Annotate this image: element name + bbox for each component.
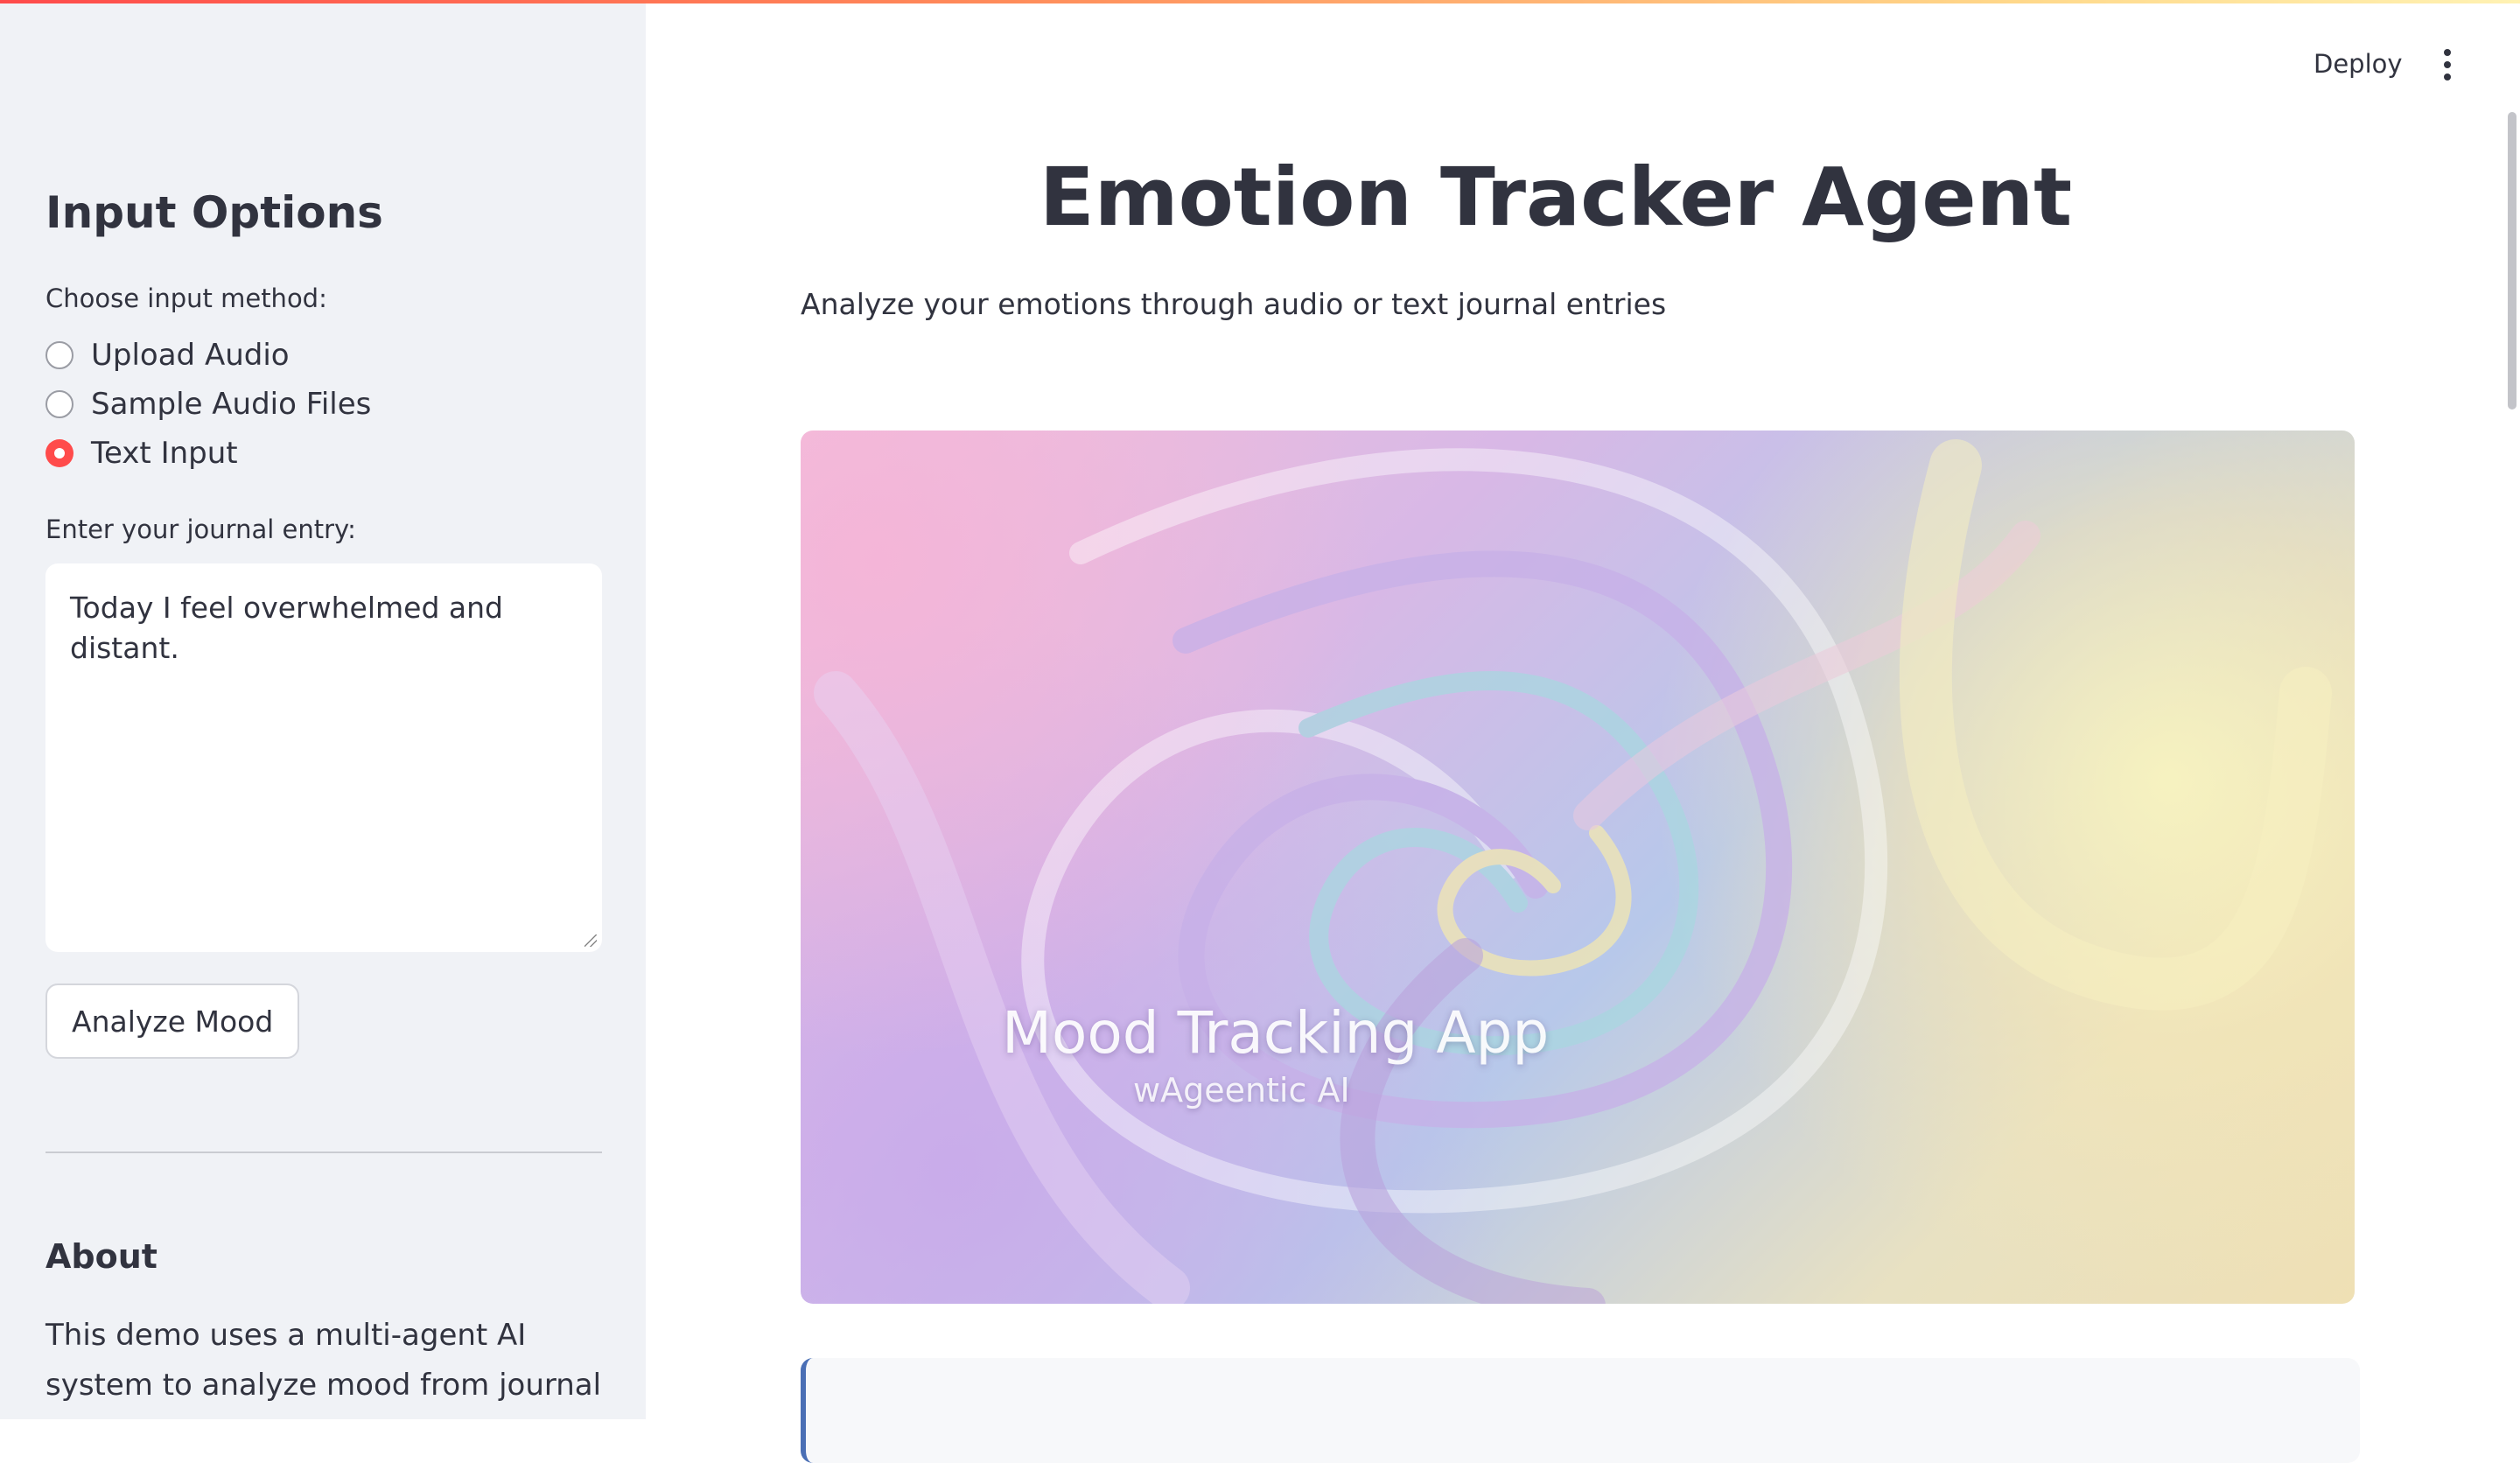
radio-unchecked-icon[interactable] [46,341,74,369]
top-decoration-bar [0,0,2520,4]
swirl-graphic [814,439,2332,1304]
radio-text-input[interactable]: Text Input [46,436,238,471]
journal-entry-textarea[interactable]: Today I feel overwhelmed and distant. [46,564,602,952]
radio-sample-audio[interactable]: Sample Audio Files [46,387,371,422]
about-text: This demo uses a multi-agent AI system t… [46,1318,602,1419]
resize-handle-icon[interactable] [584,934,597,947]
sidebar-heading: Input Options [46,187,383,238]
scrollbar[interactable] [2508,112,2516,410]
hero-title: Mood Tracking App [1002,999,1550,1067]
radio-checked-icon[interactable] [46,439,74,467]
sidebar: Input Options Choose input method: Uploa… [0,0,646,1419]
input-method-label: Choose input method: [46,284,327,313]
hero-subtitle: wAgeentic AI [1133,1071,1350,1110]
page-subtitle: Analyze your emotions through audio or t… [801,287,1667,321]
sidebar-divider [46,1152,602,1153]
radio-upload-audio[interactable]: Upload Audio [46,338,290,373]
more-menu-icon[interactable] [2434,49,2460,84]
radio-label: Sample Audio Files [91,387,372,422]
analyze-mood-button[interactable]: Analyze Mood [46,984,300,1059]
journal-entry-value: Today I feel overwhelmed and distant. [70,591,503,666]
about-heading: About [46,1237,158,1276]
info-box [801,1358,2360,1463]
radio-label: Upload Audio [91,338,290,373]
radio-unchecked-icon[interactable] [46,390,74,418]
page-title: Emotion Tracker Agent [1039,150,2073,244]
hero-image: Mood Tracking App wAgeentic AI [801,430,2355,1304]
radio-label: Text Input [91,436,238,471]
journal-entry-label: Enter your journal entry: [46,514,356,544]
deploy-button[interactable]: Deploy [2314,49,2403,79]
